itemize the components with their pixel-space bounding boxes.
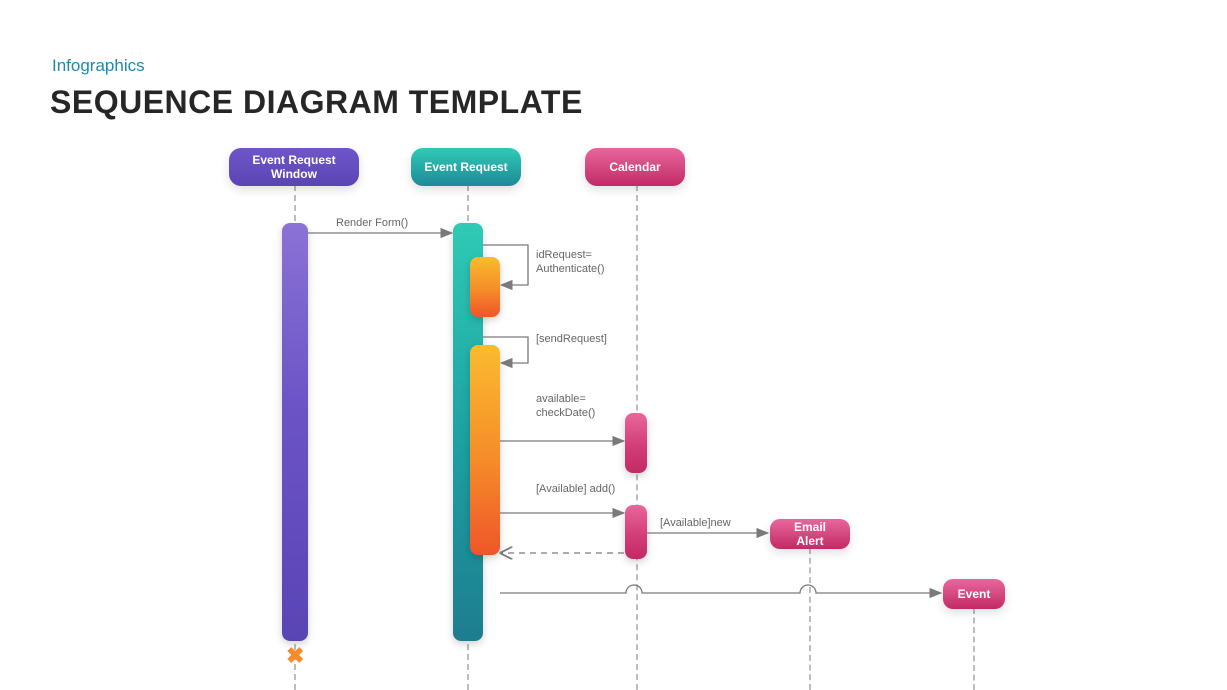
- page-title: SEQUENCE DIAGRAM TEMPLATE: [50, 84, 583, 121]
- msg-render-form: Render Form(): [336, 217, 408, 231]
- lifeline-event: [973, 608, 975, 690]
- sequence-diagram: Event Request Window Event Request Calen…: [0, 145, 1227, 690]
- msg-authenticate: idRequest= Authenticate(): [536, 249, 626, 277]
- activation-checkdate: [470, 345, 500, 555]
- actor-calendar: Calendar: [585, 148, 685, 186]
- actor-event: Event: [943, 579, 1005, 609]
- activation-calendar-1: [625, 413, 647, 473]
- actor-event-request-window: Event Request Window: [229, 148, 359, 186]
- activation-authenticate: [470, 257, 500, 317]
- activation-calendar-2: [625, 505, 647, 559]
- actor-email-alert: Email Alert: [770, 519, 850, 549]
- msg-send-request: [sendRequest]: [536, 333, 607, 347]
- activation-event-request-window: [282, 223, 308, 641]
- msg-check-date: available= checkDate(): [536, 393, 616, 421]
- lifeline-email-alert: [809, 548, 811, 690]
- msg-available-add: [Available] add(): [536, 483, 616, 497]
- termination-icon: ✖: [286, 645, 304, 667]
- actor-event-request: Event Request: [411, 148, 521, 186]
- page-subtitle: Infographics: [52, 56, 145, 76]
- msg-available-new: [Available]new: [660, 517, 731, 531]
